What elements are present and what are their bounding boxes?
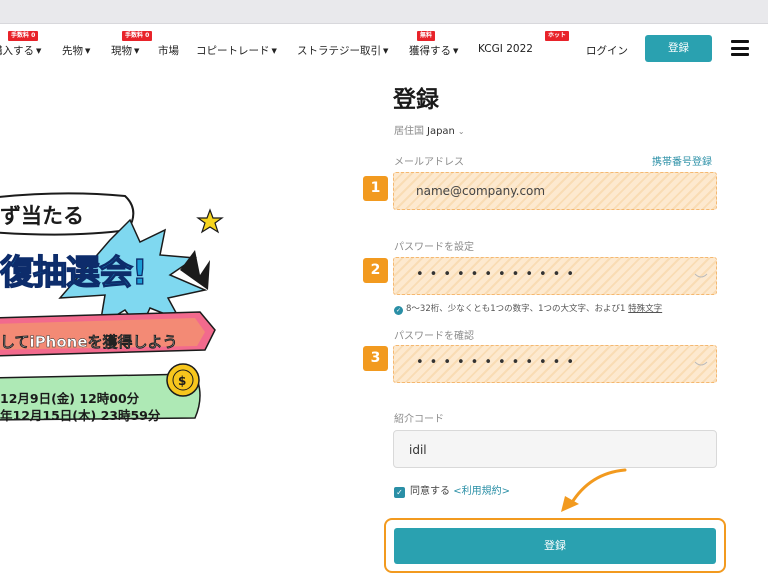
chevron-down-icon: ⌄ — [457, 127, 465, 136]
promo-ribbon-text: してiPhoneを獲得しよう — [0, 333, 178, 351]
nav-item-spot[interactable]: 現物 ▼ — [111, 43, 139, 58]
caret-down-icon: ▼ — [453, 47, 459, 55]
nav-badge-free: 無料 — [417, 31, 436, 41]
step-badge-2: 2 — [363, 258, 388, 283]
step-badge-1: 1 — [363, 176, 388, 201]
checkbox-checked-icon[interactable]: ✓ — [394, 487, 405, 498]
page-title: 登録 — [393, 87, 439, 113]
register-top-button[interactable]: 登録 — [645, 35, 712, 62]
nav-item-markets[interactable]: 市場 — [158, 43, 179, 58]
nav-item-futures[interactable]: 先物 ▼ — [62, 43, 90, 58]
phone-register-link[interactable]: 携帯番号登録 — [652, 153, 712, 168]
login-link[interactable]: ログイン — [586, 43, 628, 58]
password-mask: •••••••••••• — [416, 267, 581, 282]
referral-code-value: idil — [409, 443, 427, 457]
confirm-password-label: パスワードを確認 — [394, 331, 474, 342]
caret-down-icon: ▼ — [383, 47, 389, 55]
agree-terms-row[interactable]: ✓ 同意する <利用規約> — [394, 482, 510, 498]
arrow-pointer-icon — [561, 468, 627, 512]
terms-link[interactable]: <利用規約> — [453, 486, 510, 497]
step-badge-3: 3 — [363, 346, 388, 371]
top-navigation: 手数料 0 購入する▼ 先物▼ 手数料 0 現物▼ 市場 コピートレード▼ スト… — [0, 24, 768, 74]
referral-label: 紹介コード — [394, 414, 444, 425]
confirm-password-field[interactable]: •••••••••••• — [393, 345, 717, 383]
password-field[interactable]: •••••••••••• — [393, 257, 717, 295]
caret-down-icon: ▼ — [134, 47, 140, 55]
confirm-password-mask: •••••••••••• — [416, 355, 581, 370]
caret-down-icon: ▼ — [36, 47, 42, 55]
caret-down-icon: ▼ — [85, 47, 91, 55]
promo-headline-1: ず当たる — [0, 204, 84, 228]
svg-text:$: $ — [178, 374, 186, 388]
nav-item-copy-trade[interactable]: コピートレード ▼ — [196, 43, 277, 58]
browser-top-bar — [0, 0, 768, 24]
nav-badge-fee: 手数料 0 — [8, 31, 39, 41]
password-hint: ✓ 8～32桁、少なくとも1つの数字、1つの大文字、および1 特殊文字 — [394, 304, 663, 315]
promo-end-date: 年12月15日(木) 23時59分 — [0, 408, 161, 423]
nav-item-kcgi[interactable]: KCGI 2022 — [478, 43, 533, 55]
nav-item-earn[interactable]: 獲得する ▼ — [409, 43, 458, 58]
register-submit-button[interactable]: 登録 — [394, 528, 716, 564]
nav-badge-hot: ホット — [545, 31, 570, 41]
nav-item-buy[interactable]: 購入する▼ — [0, 43, 41, 58]
caret-down-icon: ▼ — [271, 47, 277, 55]
promo-headline-2: 復抽選会! — [0, 252, 148, 293]
referral-code-field[interactable]: idil — [393, 430, 717, 468]
promo-dates: 12月9日(金) 12時00分 年12月15日(木) 23時59分 — [0, 390, 160, 424]
country-value: Japan — [427, 126, 455, 137]
email-field[interactable]: name@company.com — [393, 172, 717, 210]
special-char-link[interactable]: 特殊文字 — [628, 304, 662, 314]
nav-item-strategy[interactable]: ストラテジー取引 ▼ — [297, 43, 388, 58]
password-label: パスワードを設定 — [394, 242, 474, 253]
email-placeholder: name@company.com — [416, 184, 546, 198]
country-selector[interactable]: 居住国 Japan ⌄ — [394, 122, 465, 137]
nav-badge-fee: 手数料 0 — [122, 31, 153, 41]
promo-banner[interactable]: $ ず当たる 復抽選会! してiPhoneを獲得しよう 12月9日(金) 12時… — [0, 180, 240, 440]
promo-start-date: 12月9日(金) 12時00分 — [0, 391, 140, 406]
eye-closed-icon[interactable] — [694, 360, 708, 368]
email-label: メールアドレス — [394, 157, 464, 168]
eye-closed-icon[interactable] — [694, 272, 708, 280]
hamburger-menu-icon[interactable] — [731, 40, 749, 56]
check-circle-icon: ✓ — [394, 306, 403, 315]
